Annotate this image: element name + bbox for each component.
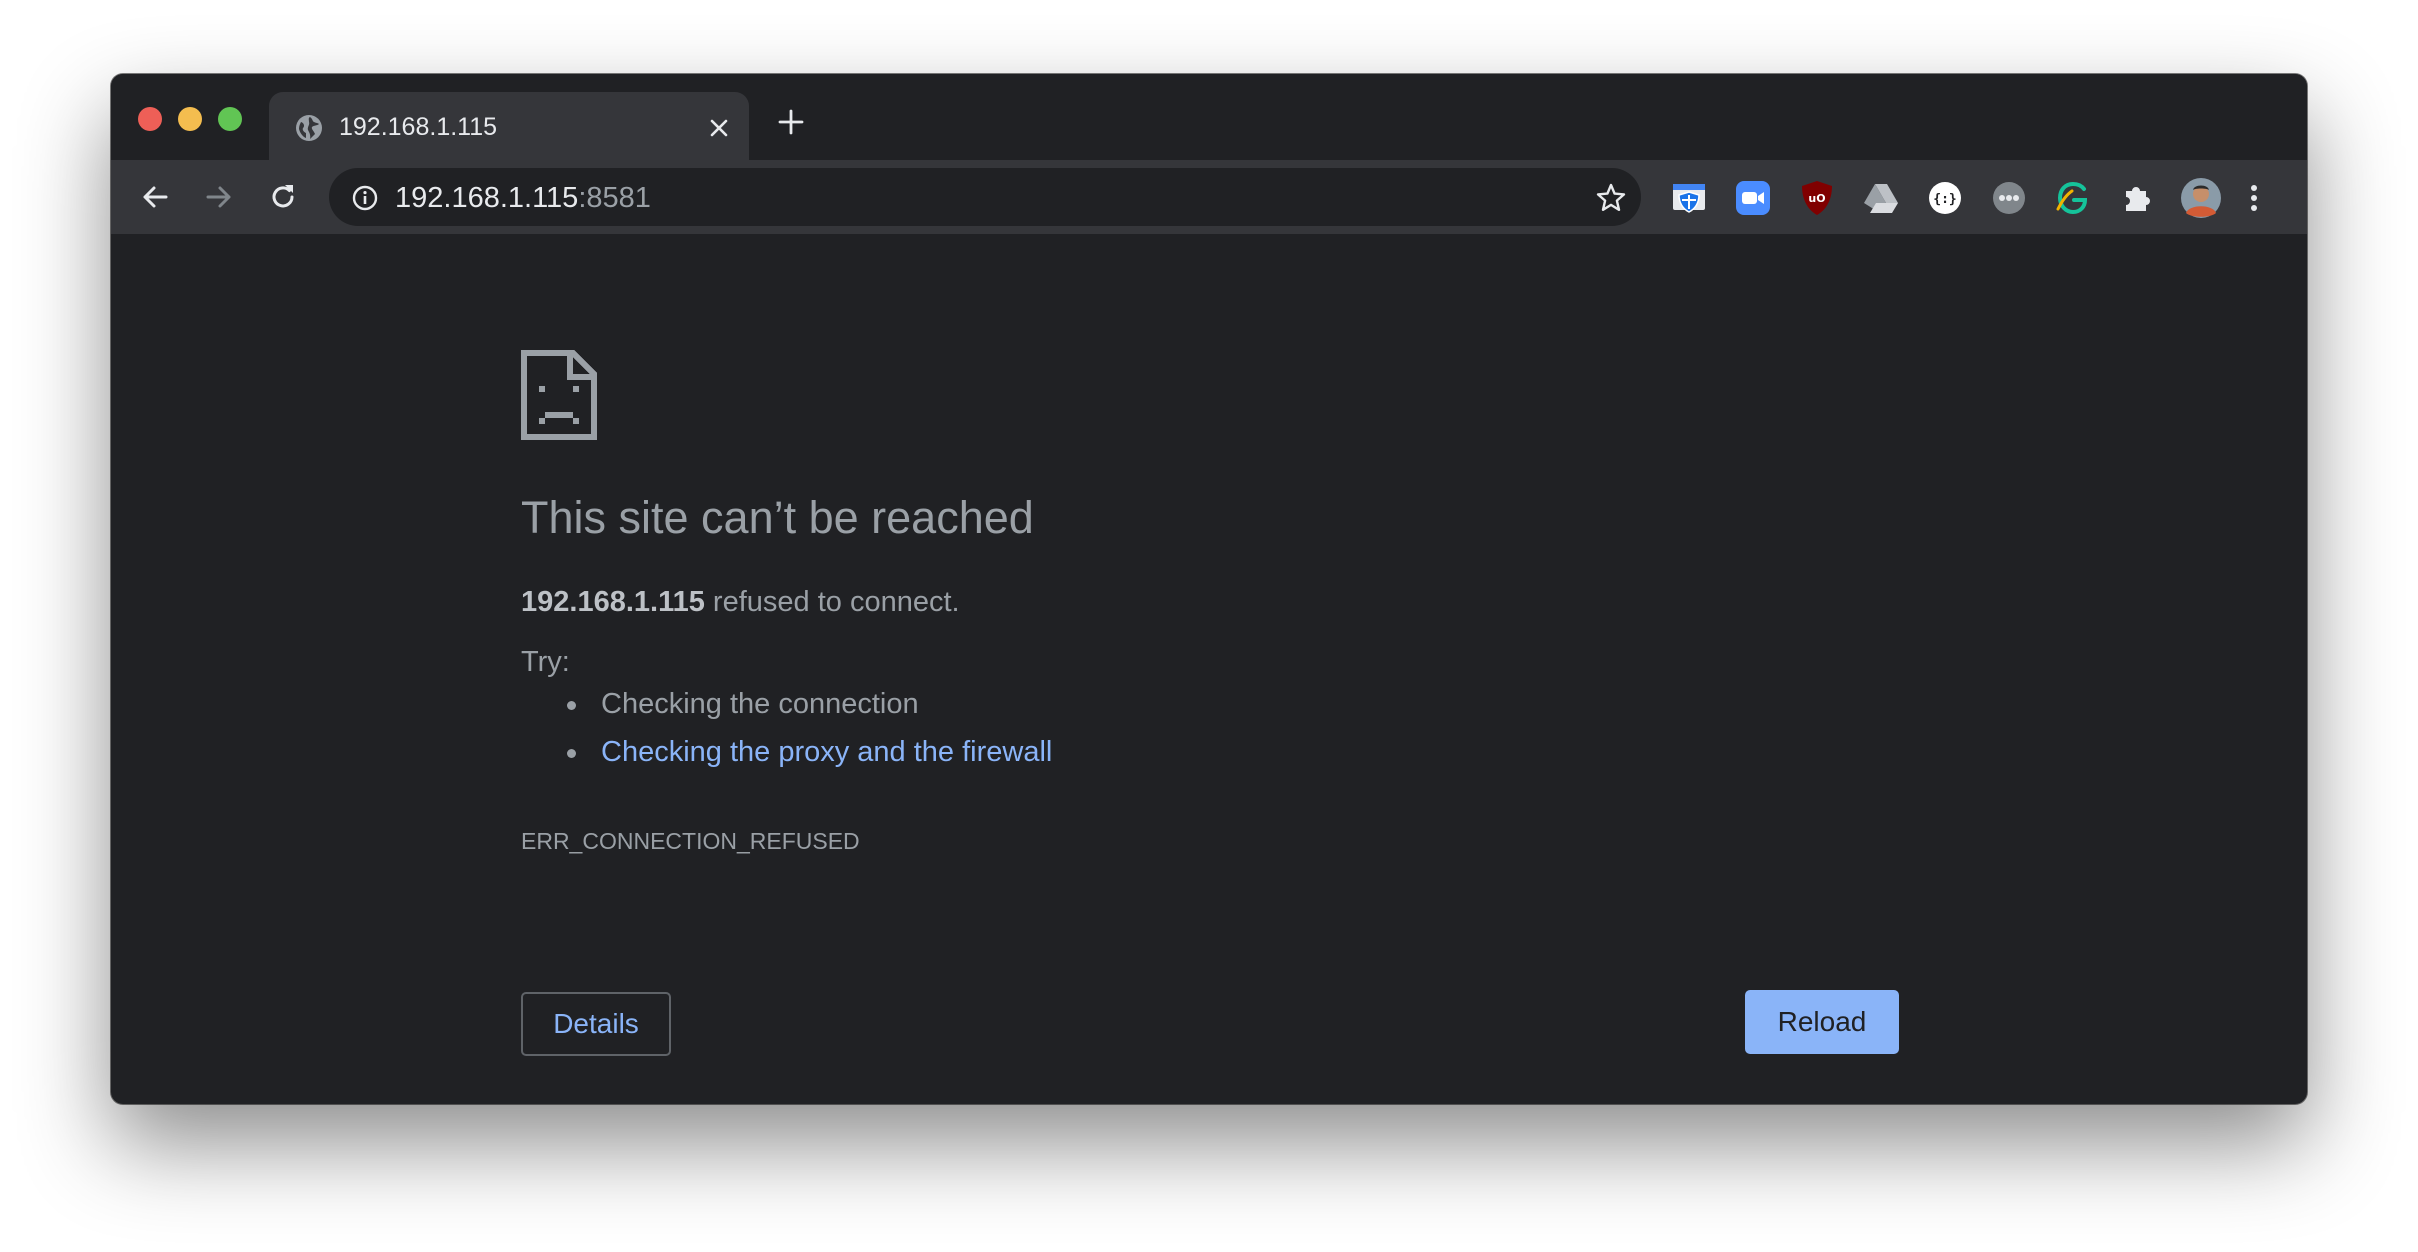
error-message: refused to connect. [704, 586, 960, 618]
toolbar: 192.168.1.115:8581 uO {:} [111, 160, 2307, 234]
tab-active[interactable]: 192.168.1.115 [269, 92, 749, 160]
close-window-button[interactable] [138, 107, 162, 131]
suggestion-list: Checking the connection Checking the pro… [521, 686, 1052, 782]
google-drive-icon[interactable] [1862, 179, 1900, 217]
zoom-window-button[interactable] [218, 107, 242, 131]
error-code: ERR_CONNECTION_REFUSED [521, 828, 860, 854]
reload-icon[interactable] [266, 180, 300, 214]
try-label: Try: [521, 646, 570, 678]
suggestion-check-connection: Checking the connection [521, 686, 1052, 734]
security-shield-icon[interactable] [1670, 179, 1708, 217]
error-host: 192.168.1.115 [521, 586, 705, 618]
bookmark-star-icon[interactable] [1595, 182, 1627, 214]
address-bar[interactable]: 192.168.1.115:8581 [329, 168, 1641, 226]
error-heading: This site can’t be reached [521, 492, 1034, 543]
details-button[interactable]: Details [521, 992, 671, 1056]
back-arrow-icon[interactable] [138, 180, 172, 214]
error-description: 192.168.1.115 refused to connect. [521, 584, 960, 620]
forward-arrow-icon[interactable] [202, 180, 236, 214]
info-icon[interactable] [351, 184, 379, 212]
reload-button[interactable]: Reload [1745, 990, 1899, 1054]
grammarly-icon[interactable] [2054, 179, 2092, 217]
globe-icon [296, 115, 322, 141]
sad-page-icon [521, 350, 597, 440]
zoom-video-icon[interactable] [1734, 179, 1772, 217]
extensions-puzzle-icon[interactable] [2118, 179, 2156, 217]
error-page: This site can’t be reached 192.168.1.115… [111, 234, 2307, 1104]
profile-avatar[interactable] [2180, 177, 2222, 219]
new-tab-icon[interactable] [777, 108, 805, 136]
json-formatter-icon[interactable]: {:} [1926, 179, 1964, 217]
tab-strip: 192.168.1.115 [111, 74, 2307, 160]
close-tab-icon[interactable] [707, 116, 731, 140]
url-host: 192.168.1.115 [395, 182, 579, 214]
ublock-origin-icon[interactable]: uO [1798, 179, 1836, 217]
suggestion-check-proxy-link[interactable]: Checking the proxy and the firewall [521, 734, 1052, 782]
browser-window: 192.168.1.115 192.168.1.115:8581 uO {:} … [111, 74, 2307, 1104]
url-port: :8581 [578, 182, 651, 214]
svg-text:{:}: {:} [1933, 192, 1956, 207]
more-menu-icon[interactable] [2235, 179, 2273, 217]
tab-title: 192.168.1.115 [339, 113, 498, 141]
duo-icon[interactable] [1990, 179, 2028, 217]
url-text[interactable]: 192.168.1.115:8581 [395, 181, 651, 215]
minimize-window-button[interactable] [178, 107, 202, 131]
svg-text:uO: uO [1808, 192, 1825, 205]
